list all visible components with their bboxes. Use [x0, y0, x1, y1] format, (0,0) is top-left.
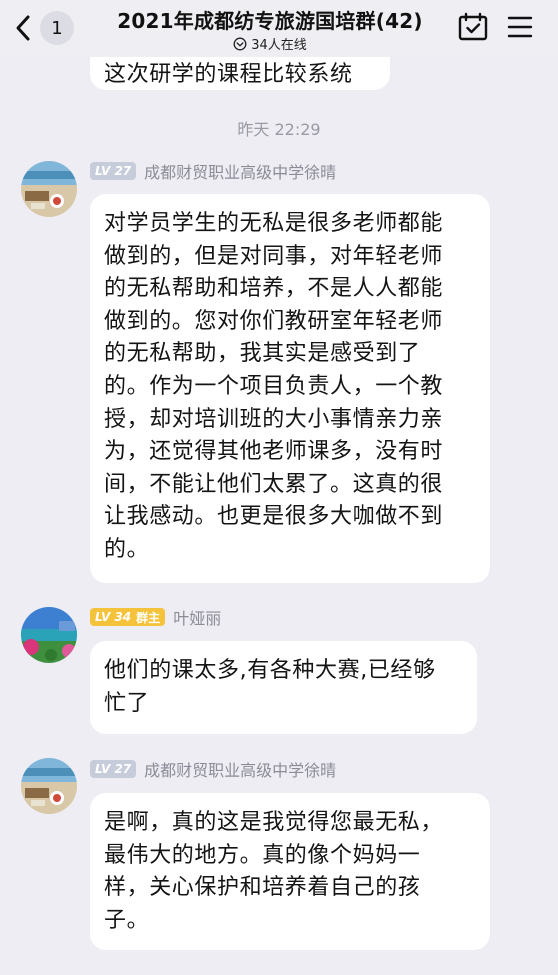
message-line: 子。: [104, 907, 150, 933]
owner-role-text: 群主: [136, 610, 161, 625]
chat-header: 1 2021年成都纺专旅游国培群(42) 34人在线: [0, 0, 558, 57]
calendar-button[interactable]: [458, 12, 488, 42]
level-badge: LV 27: [90, 162, 137, 180]
message-line: 忙了: [104, 690, 150, 716]
back-button[interactable]: 1: [14, 11, 78, 45]
message-line: 样，关心保护和培养着自己的孩: [104, 875, 421, 901]
message-line: 让我感动。也更是很多大咖做不到: [104, 504, 444, 530]
previous-message-text: 这次研学的课程比较系统: [104, 62, 353, 87]
avatar[interactable]: [21, 758, 77, 814]
group-title[interactable]: 2021年成都纺专旅游国培群(42): [86, 5, 454, 34]
message-line: 授，却对培训班的大小事情亲力亲: [104, 406, 444, 432]
avatar[interactable]: [21, 161, 77, 217]
message-line: 他们的课太多,有各种大赛,已经够: [104, 658, 436, 683]
sender-name[interactable]: 成都财贸职业高级中学徐晴: [144, 159, 336, 183]
level-badge: LV 34 群主: [90, 608, 166, 626]
back-arrow-icon: [16, 15, 30, 41]
online-status: 34人在线: [86, 34, 454, 53]
message-bubble[interactable]: 是啊，真的这是我觉得您最无私， 最伟大的地方。真的像个妈妈一 样，关心保护和培养…: [90, 793, 490, 950]
message-bubble[interactable]: 对学员学生的无私是很多老师都能 做到的，但是对同事，对年轻老师 的无私帮助和培养…: [90, 194, 490, 583]
message-line: 的。: [104, 536, 150, 562]
online-count-text: 34人在线: [251, 38, 307, 53]
level-text: LV 34: [95, 610, 132, 624]
avatar[interactable]: [21, 607, 77, 663]
sender-name[interactable]: 叶娅丽: [173, 605, 221, 629]
sender-info: LV 27 成都财贸职业高级中学徐晴: [90, 160, 336, 182]
sender-name[interactable]: 成都财贸职业高级中学徐晴: [144, 757, 336, 781]
level-badge: LV 27: [90, 760, 137, 778]
menu-button[interactable]: [506, 14, 534, 40]
message-line: 做到的。您对你们教研室年轻老师: [104, 308, 444, 334]
sender-info: LV 27 成都财贸职业高级中学徐晴: [90, 758, 336, 780]
calendar-check-icon: [458, 12, 488, 41]
message-line: 的。作为一个项目负责人，一个教: [104, 373, 444, 399]
message-line: 做到的，但是对同事，对年轻老师: [104, 243, 444, 269]
sender-info: LV 34 群主 叶娅丽: [90, 606, 221, 628]
message-line: 的无私帮助和培养，不是人人都能: [104, 276, 444, 302]
message-line: 最伟大的地方。真的像个妈妈一: [104, 842, 421, 868]
message-line: 是啊，真的这是我觉得您最无私，: [104, 810, 444, 835]
online-status-icon: [233, 37, 247, 51]
message-line: 的无私帮助，我其实是感受到了: [104, 341, 421, 367]
unread-count-badge: 1: [40, 11, 74, 45]
level-text: LV 27: [95, 164, 132, 178]
message-line: 为，还觉得其他老师课多，没有时: [104, 439, 444, 465]
message-timestamp: 昨天 22:29: [237, 120, 321, 139]
message-bubble[interactable]: 他们的课太多,有各种大赛,已经够 忙了: [90, 641, 477, 734]
chat-screen: 这次研学的课程比较系统 1 2021年成都纺专旅游国培群(42) 34人在线 昨…: [0, 0, 558, 975]
level-text: LV 27: [95, 762, 132, 776]
message-line: 间，不能让他们太累了。这真的很: [104, 471, 444, 497]
message-line: 对学员学生的无私是很多老师都能: [104, 211, 444, 236]
menu-icon: [507, 16, 533, 38]
